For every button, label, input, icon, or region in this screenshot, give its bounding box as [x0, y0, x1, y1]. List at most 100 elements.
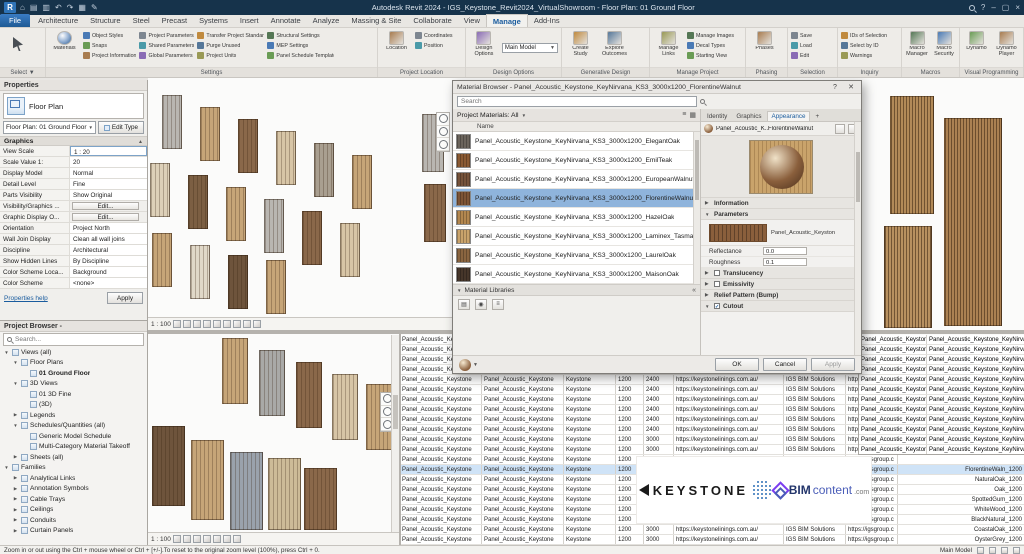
type-selector[interactable]: Floor Plan — [3, 93, 144, 119]
minimize-icon[interactable]: – — [991, 2, 995, 13]
tree-item-floor-plans[interactable]: ▼ Floor Plans — [0, 358, 147, 369]
ribbon-tab-precast[interactable]: Precast — [156, 14, 193, 27]
schedule-row[interactable]: Panel_Acoustic_KeystonePanel_Acoustic_Ke… — [400, 525, 1024, 535]
save-icon[interactable]: ▥ — [42, 2, 50, 13]
ribbon-tab-view[interactable]: View — [458, 14, 486, 27]
dialog-close-button[interactable]: ✕ — [845, 83, 857, 91]
ribbon-button-snaps[interactable]: Snaps — [83, 41, 136, 50]
panel-swatch[interactable] — [304, 468, 337, 530]
material-item[interactable]: Panel_Acoustic_Keystone_KeyNirvana_KS3_3… — [453, 227, 700, 246]
property-value-detail-level[interactable]: Fine — [70, 179, 147, 189]
panel-swatch[interactable] — [238, 119, 258, 173]
ribbon-button-shared-parameters[interactable]: Shared Parameters — [139, 41, 194, 50]
material-item[interactable]: Panel_Acoustic_Keystone_KeyNirvana_KS3_3… — [453, 208, 700, 227]
panel-swatch[interactable] — [424, 184, 446, 242]
property-value-wall-join-display[interactable]: Clean all wall joins — [70, 234, 147, 244]
dialog-help-button[interactable]: ? — [829, 84, 841, 91]
panel-swatch[interactable] — [190, 245, 210, 299]
tree-item-analytical-links[interactable]: ▶ Analytical Links — [0, 473, 147, 484]
ribbon-button-dynamo[interactable]: Dynamo — [963, 31, 990, 52]
asset-row[interactable]: Panel_Acoustic_K..FlorentineWalnut — [701, 122, 861, 136]
panel-swatch[interactable] — [264, 199, 284, 253]
ribbon-tab-analyze[interactable]: Analyze — [307, 14, 346, 27]
section-translucency[interactable]: ▶ Translucency — [701, 268, 861, 279]
ribbon-button-position[interactable]: Position — [415, 41, 453, 50]
main-model-combo[interactable]: Main Model ▼ — [501, 43, 558, 53]
panel-swatch[interactable] — [200, 107, 220, 161]
press-drag-icon[interactable] — [1001, 546, 1008, 554]
roughness-field[interactable]: 0.1 — [763, 258, 807, 266]
property-value-orientation[interactable]: Project North — [70, 223, 147, 233]
tree-item-schedules-quantities-all[interactable]: ▼ Schedules/Quantities (all) — [0, 421, 147, 432]
schedule-row[interactable]: Panel_Acoustic_KeystonePanel_Acoustic_Ke… — [859, 395, 1024, 405]
tree-item-01-3d-fine[interactable]: 01 3D Fine — [0, 389, 147, 400]
dialog-titlebar[interactable]: Material Browser - Panel_Acoustic_Keysto… — [453, 81, 861, 94]
schedule-row[interactable]: Panel_Acoustic_KeystonePanel_Acoustic_Ke… — [859, 355, 1024, 365]
view-control-icon[interactable] — [232, 535, 241, 543]
view-control-icon[interactable] — [222, 535, 231, 543]
schedule-row[interactable]: Panel_Acoustic_KeystonePanel_Acoustic_Ke… — [859, 435, 1024, 445]
ribbon-button-structural-settings[interactable]: Structural Settings — [267, 31, 334, 40]
ribbon-button-macro-security[interactable]: Macro Security — [932, 31, 956, 57]
ribbon-tab-file[interactable]: File — [0, 14, 31, 27]
tree-item-curtain-panels[interactable]: ▶ Curtain Panels — [0, 526, 147, 537]
panel-swatch[interactable] — [296, 362, 322, 428]
library-folder-button[interactable]: ▤ — [458, 298, 470, 310]
preview-image[interactable] — [749, 139, 813, 194]
panel-swatch[interactable] — [352, 155, 372, 209]
panel-swatch[interactable] — [332, 374, 358, 440]
panel-swatch[interactable] — [228, 255, 248, 309]
view-control-icon[interactable] — [202, 320, 211, 328]
property-value-parts-visibility[interactable]: Show Original — [70, 190, 147, 200]
property-value-scale-value-1[interactable]: 20 — [70, 157, 147, 167]
material-item[interactable]: Panel_Acoustic_Keystone_KeyNirvana_KS3_3… — [453, 265, 700, 284]
ribbon-button-load[interactable]: Load — [791, 41, 812, 50]
ribbon-button-manage-links[interactable]: Manage Links — [653, 31, 684, 57]
schedule-row[interactable]: Panel_Acoustic_KeystonePanel_Acoustic_Ke… — [859, 425, 1024, 435]
cancel-button[interactable]: Cancel — [763, 358, 807, 371]
property-value-color-scheme[interactable]: <none> — [70, 278, 147, 288]
panel-swatch[interactable] — [222, 338, 248, 404]
property-value-view-scale[interactable]: 1 : 20 — [70, 146, 147, 156]
properties-help-link[interactable]: Properties help — [4, 295, 48, 302]
ribbon-tab-manage[interactable]: Manage — [485, 14, 528, 27]
tree-item-sheets-all[interactable]: ▶ Sheets (all) — [0, 452, 147, 463]
view-control-icon[interactable] — [212, 320, 221, 328]
ribbon-button-macro-manager[interactable]: Macro Manager — [905, 31, 929, 57]
view-control-icon[interactable] — [252, 320, 261, 328]
material-libraries-bar[interactable]: ▼ Material Libraries « — [453, 284, 700, 296]
panel-swatch[interactable] — [340, 223, 360, 277]
panel-swatch[interactable] — [188, 175, 208, 229]
scrollbar-thumb[interactable] — [695, 140, 699, 200]
search-icon[interactable] — [968, 4, 975, 11]
material-item[interactable]: Panel_Acoustic_Keystone_KeyNirvana_KS3_3… — [453, 151, 700, 170]
material-item[interactable]: Panel_Acoustic_Keystone_KeyNirvana_KS3_3… — [453, 246, 700, 265]
schedule-row[interactable]: Panel_Acoustic_KeystonePanel_Acoustic_Ke… — [859, 415, 1024, 425]
restore-icon[interactable]: ▢ — [1002, 2, 1010, 13]
ribbon-button-create-study[interactable]: Create Study — [565, 31, 596, 57]
exclude-options-icon[interactable] — [989, 546, 996, 554]
zoom-icon[interactable] — [437, 126, 449, 139]
undo-icon[interactable]: ↶ — [55, 2, 62, 13]
graphics-section-header[interactable]: Graphics ▲ — [0, 136, 147, 146]
panel-swatch[interactable] — [944, 118, 1002, 326]
scrollbar-thumb[interactable] — [856, 152, 860, 202]
reflectance-field[interactable]: 0.0 — [763, 247, 807, 255]
material-item[interactable]: Panel_Acoustic_Keystone_KeyNirvana_KS3_3… — [453, 132, 700, 151]
panel-swatch[interactable] — [314, 143, 334, 197]
tree-item-01-ground-floor[interactable]: 01 Ground Floor — [0, 368, 147, 379]
panel-swatch[interactable] — [226, 187, 246, 241]
editable-only-icon[interactable] — [977, 546, 984, 554]
view-control-icon[interactable] — [172, 535, 181, 543]
ribbon-button-ids-of-selection[interactable]: IDs of Selection — [841, 31, 887, 40]
ribbon-tab-add-ins[interactable]: Add-Ins — [528, 14, 566, 27]
schedule-row[interactable]: Panel_Acoustic_KeystonePanel_Acoustic_Ke… — [859, 385, 1024, 395]
ribbon-tab-structure[interactable]: Structure — [84, 14, 126, 27]
panel-swatch[interactable] — [302, 211, 322, 265]
panel-swatch[interactable] — [268, 458, 301, 530]
tree-item-3d[interactable]: (3D) — [0, 400, 147, 411]
view-control-icon[interactable] — [232, 320, 241, 328]
ribbon-button-mep-settings[interactable]: MEP Settings — [267, 41, 334, 50]
active-design-option[interactable]: Main Model — [940, 547, 972, 554]
tree-item-families[interactable]: ▼ Families — [0, 463, 147, 474]
